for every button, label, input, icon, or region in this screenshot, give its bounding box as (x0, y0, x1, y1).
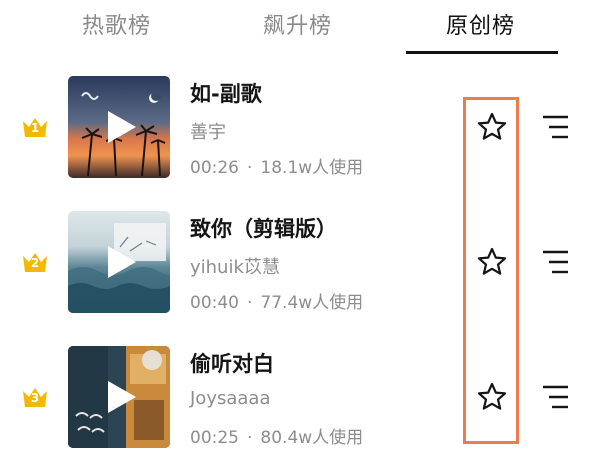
rank-badge: 1 (21, 116, 49, 138)
rank-badge: 2 (21, 251, 49, 273)
song-duration: 00:40 (190, 293, 239, 313)
rank-badge: 3 (21, 386, 49, 408)
meta-separator: · (247, 293, 253, 313)
favorite-highlight-box (463, 97, 519, 444)
chart-tabs: 热歌榜 飙升榜 原创榜 (0, 0, 600, 56)
song-cover[interactable] (68, 211, 170, 313)
list-menu-icon[interactable] (540, 113, 572, 141)
song-artist: yihuik苡慧 (190, 257, 280, 278)
tab-rising[interactable]: 飙升榜 (263, 8, 332, 40)
song-artist: Joysaaaa (190, 388, 271, 409)
play-icon[interactable] (104, 109, 138, 145)
song-cover[interactable] (68, 76, 170, 178)
song-meta: 00:40 · 77.4w人使用 (190, 288, 363, 313)
song-cover[interactable] (68, 346, 170, 448)
play-icon[interactable] (104, 244, 138, 280)
play-icon[interactable] (104, 379, 138, 415)
song-title: 致你（剪辑版） (190, 217, 337, 241)
tab-original[interactable]: 原创榜 (446, 8, 515, 40)
song-usage-count: 18.1w人使用 (260, 158, 364, 178)
song-meta: 00:25 · 80.4w人使用 (190, 423, 363, 448)
list-menu-icon[interactable] (540, 248, 572, 276)
meta-separator: · (247, 158, 253, 178)
song-artist: 善宇 (190, 122, 226, 143)
meta-separator: · (247, 428, 253, 448)
song-duration: 00:25 (190, 428, 239, 448)
list-menu-icon[interactable] (540, 383, 572, 411)
active-tab-indicator (406, 51, 558, 54)
song-usage-count: 77.4w人使用 (260, 293, 364, 313)
song-duration: 00:26 (190, 158, 239, 178)
song-usage-count: 80.4w人使用 (260, 428, 364, 448)
song-meta: 00:26 · 18.1w人使用 (190, 153, 363, 178)
rank-number: 3 (30, 391, 40, 405)
tab-hot-songs[interactable]: 热歌榜 (82, 8, 151, 40)
song-title: 偷听对白 (190, 352, 274, 376)
song-title: 如-副歌 (190, 82, 262, 106)
rank-number: 2 (30, 256, 40, 270)
rank-number: 1 (30, 121, 40, 135)
